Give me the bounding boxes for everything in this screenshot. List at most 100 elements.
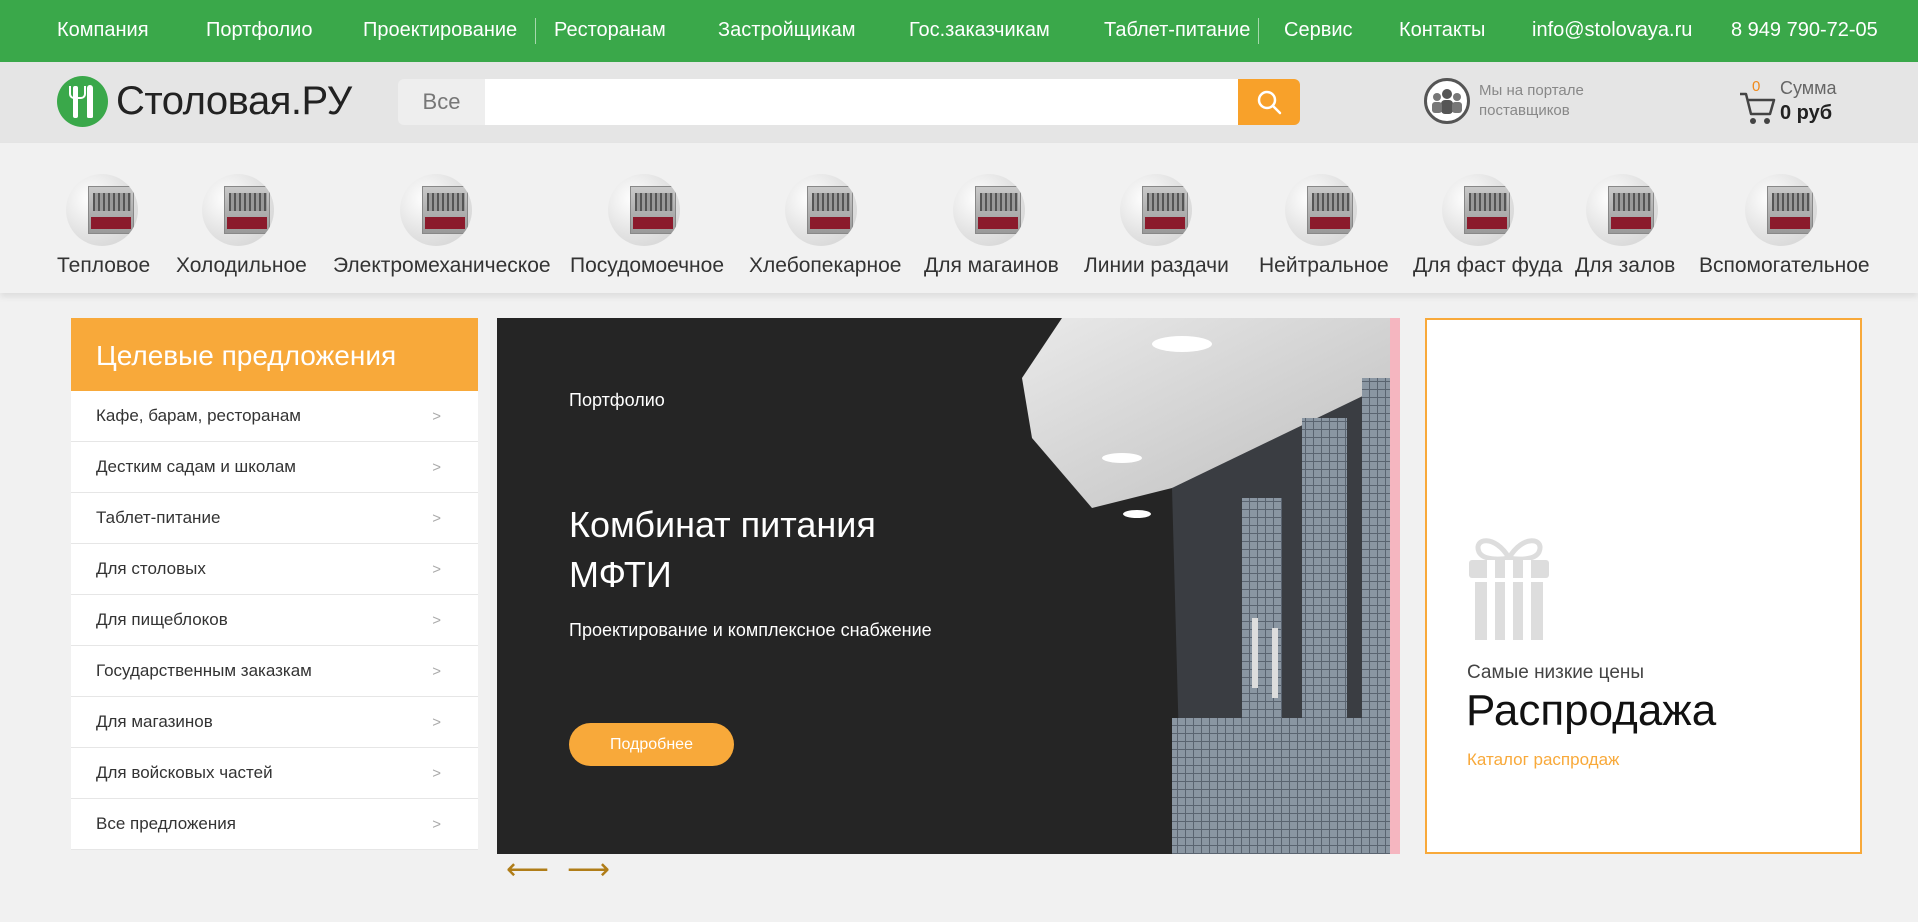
category-item[interactable]: Линии раздачи	[1084, 143, 1229, 278]
equipment-icon	[1285, 174, 1357, 246]
cart-sum-label: Сумма	[1780, 78, 1837, 98]
nav-item-contacts[interactable]: Контакты	[1399, 19, 1485, 42]
category-bar: Тепловое Холодильное Электромеханическое…	[0, 143, 1918, 293]
sale-banner[interactable]: Самые низкие цены Распродажа Каталог рас…	[1425, 318, 1862, 854]
equipment-icon	[66, 174, 138, 246]
offer-label: Для столовых	[96, 559, 206, 578]
offer-label: Для пищеблоков	[96, 610, 228, 629]
category-item[interactable]: Вспомогательное	[1699, 143, 1870, 278]
fork-knife-logo-icon	[57, 76, 108, 127]
chevron-right-icon: >	[432, 458, 441, 476]
search-input[interactable]	[485, 79, 1238, 125]
category-label: Хлебопекарное	[749, 254, 902, 277]
offer-item[interactable]: Для пищеблоков >	[71, 595, 478, 646]
search-icon	[1257, 90, 1282, 115]
offer-item[interactable]: Все предложения >	[71, 799, 478, 850]
category-label: Вспомогательное	[1699, 254, 1870, 277]
category-item[interactable]: Нейтральное	[1259, 143, 1389, 278]
search-bar: Все	[398, 79, 1300, 125]
category-label: Для залов	[1575, 254, 1676, 277]
slide-category[interactable]: Портфолио	[569, 390, 665, 411]
chevron-right-icon: >	[432, 560, 441, 578]
offer-label: Кафе, барам, ресторанам	[96, 406, 301, 425]
slider-next-preview	[1390, 318, 1400, 854]
search-category-select[interactable]: Все	[398, 79, 485, 125]
offer-item[interactable]: Для магазинов >	[71, 697, 478, 748]
cart-count-badge: 0	[1752, 78, 1761, 95]
chevron-right-icon: >	[432, 509, 441, 527]
equipment-icon	[785, 174, 857, 246]
offer-label: Таблет-питание	[96, 508, 221, 527]
category-item[interactable]: Хлебопекарное	[749, 143, 902, 278]
offer-label: Все предложения	[96, 814, 236, 833]
category-label: Посудомоечное	[570, 254, 725, 277]
category-label: Тепловое	[57, 254, 151, 277]
cart[interactable]: 0 Сумма 0 руб	[1738, 76, 1898, 132]
offer-item[interactable]: Государственным заказкам >	[71, 646, 478, 697]
category-label: Для фаст фуда	[1413, 254, 1563, 277]
offer-label: Государственным заказкам	[96, 661, 312, 680]
portfolio-slider: Портфолио Комбинат питания МФТИ Проектир…	[497, 318, 1400, 854]
chevron-right-icon: >	[432, 713, 441, 731]
category-item[interactable]: Электромеханическое	[333, 143, 551, 278]
nav-email-link[interactable]: info@stolovaya.ru	[1532, 19, 1692, 42]
people-group-icon	[1424, 78, 1470, 124]
nav-item-design[interactable]: Проектирование	[363, 19, 517, 42]
nav-item-service[interactable]: Сервис	[1284, 19, 1353, 42]
chevron-right-icon: >	[432, 764, 441, 782]
slider-arrows: ⟵ ⟶	[506, 855, 610, 885]
category-label: Холодильное	[176, 254, 307, 277]
equipment-icon	[399, 174, 472, 246]
offer-label: Для войсковых частей	[96, 763, 273, 782]
offers-title: Целевые предложения	[71, 318, 478, 391]
category-item[interactable]: Холодильное	[176, 143, 307, 278]
category-label: Нейтральное	[1259, 254, 1389, 277]
top-navigation: Компания Портфолио Проектирование Рестор…	[0, 0, 1918, 62]
equipment-icon	[1442, 174, 1514, 246]
left-arrow-icon[interactable]: ⟵	[506, 855, 549, 885]
equipment-icon	[953, 174, 1025, 246]
category-item[interactable]: Для залов	[1575, 143, 1676, 278]
site-logo[interactable]: Столовая.РУ	[57, 76, 352, 127]
nav-item-tablet-food[interactable]: Таблет-питание	[1104, 19, 1250, 42]
equipment-icon	[1120, 174, 1192, 246]
chevron-right-icon: >	[432, 611, 441, 629]
offer-label: Дестким садам и школам	[96, 457, 296, 476]
offer-item[interactable]: Кафе, барам, ресторанам >	[71, 391, 478, 442]
equipment-icon	[1745, 174, 1817, 246]
offer-item[interactable]: Для столовых >	[71, 544, 478, 595]
sale-catalog-link[interactable]: Каталог распродаж	[1467, 750, 1619, 770]
category-label: Линии раздачи	[1084, 254, 1229, 277]
nav-item-company[interactable]: Компания	[57, 19, 149, 42]
target-offers-menu: Целевые предложения Кафе, барам, рестора…	[71, 318, 478, 850]
right-arrow-icon[interactable]: ⟶	[567, 855, 610, 885]
nav-divider	[1258, 18, 1259, 44]
offer-item[interactable]: Таблет-питание >	[71, 493, 478, 544]
gift-icon	[1469, 538, 1549, 640]
slide-title: Комбинат питания МФТИ	[569, 504, 876, 595]
category-item[interactable]: Для фаст фуда	[1413, 143, 1563, 278]
slide-photo-image	[1022, 318, 1400, 854]
logo-text: Столовая.РУ	[116, 79, 352, 123]
nav-item-developers[interactable]: Застройщикам	[718, 19, 855, 42]
cart-sum-value: 0 руб	[1780, 102, 1833, 124]
chevron-right-icon: >	[432, 662, 441, 680]
search-button[interactable]	[1238, 79, 1300, 125]
slide-subtitle: Проектирование и комплексное снабжение	[569, 620, 932, 640]
equipment-icon	[608, 174, 680, 246]
sale-title: Распродажа	[1466, 686, 1717, 735]
more-button[interactable]: Подробнее	[569, 723, 734, 766]
nav-item-portfolio[interactable]: Портфолио	[206, 19, 312, 42]
offer-item[interactable]: Дестким садам и школам >	[71, 442, 478, 493]
offer-item[interactable]: Для войсковых частей >	[71, 748, 478, 799]
nav-phone-link[interactable]: 8 949 790-72-05	[1731, 19, 1878, 42]
category-item[interactable]: Посудомоечное	[570, 143, 725, 278]
nav-item-government[interactable]: Гос.заказчикам	[909, 19, 1050, 42]
equipment-icon	[1586, 174, 1658, 246]
category-item[interactable]: Для магаинов	[924, 143, 1059, 278]
sale-subtitle: Самые низкие цены	[1467, 662, 1645, 683]
site-header: Столовая.РУ Все Мы на портале поставщико…	[0, 62, 1918, 143]
category-item[interactable]: Тепловое	[57, 143, 151, 278]
supplier-portal-link[interactable]: Мы на портале поставщиков	[1424, 78, 1609, 124]
nav-item-restaurants[interactable]: Ресторанам	[554, 19, 666, 42]
